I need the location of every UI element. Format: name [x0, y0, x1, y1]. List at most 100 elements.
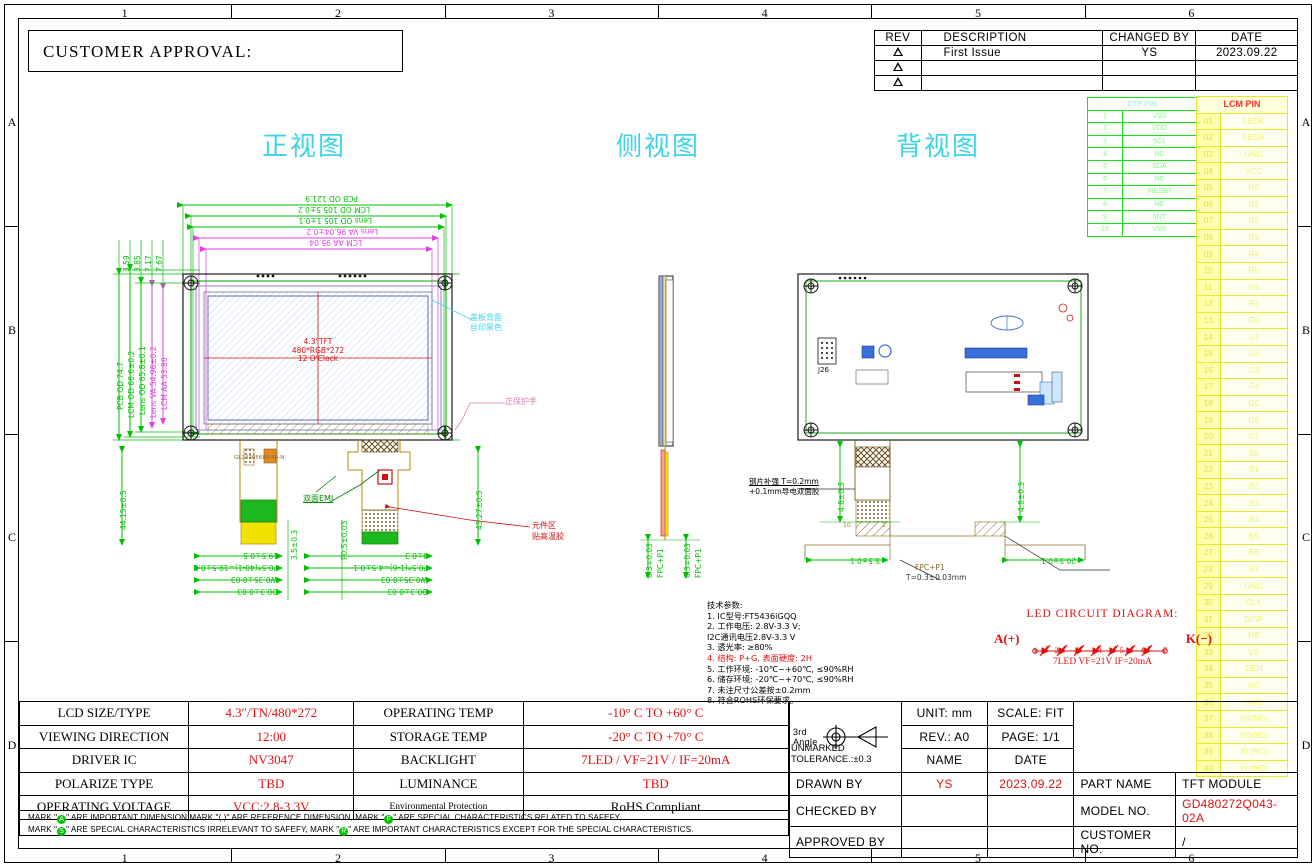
- dim-bottom-left-0: 19.5±0.5: [243, 551, 278, 560]
- zone-divider: [231, 4, 233, 18]
- title-block-blank: [1073, 701, 1298, 773]
- dim-bottom-4: 3.5±0.3: [290, 529, 299, 560]
- rev-description-cell: First Issue: [920, 45, 1104, 61]
- ctp-pin-table: CTP PIN 1 VSS 2 VDD 3 SCL 4 NC 5 SDA 6 NC 7/RESET 8 NC 9…: [1087, 97, 1198, 237]
- notes-l2-a: MARK ": [28, 825, 58, 834]
- lcm-pin-row: 15 G2: [1196, 344, 1289, 363]
- lcm-pin-name: G7: [1219, 427, 1289, 446]
- led-number: 3: [1076, 646, 1081, 655]
- dim-bottom-right-0: 4±0.3: [405, 551, 428, 560]
- led-number: 4: [1097, 646, 1102, 655]
- drawn-by-label: DRAWN BY: [789, 771, 902, 796]
- lcm-pin-number: 26: [1196, 527, 1221, 546]
- spec-key-right: BACKLIGHT: [353, 748, 524, 773]
- lcm-pin-name: B0: [1219, 444, 1289, 463]
- lcm-pin-row: 03 GND: [1196, 145, 1289, 164]
- lcm-pin-name: GND: [1219, 577, 1289, 595]
- dim-lcm-od-h: LCM OD 66.6±0.2: [127, 350, 136, 418]
- lcm-pin-number: 13: [1196, 311, 1221, 330]
- lcm-pin-name: G4: [1219, 378, 1289, 396]
- rev-description-cell: [920, 75, 1104, 91]
- zone-col-3-bottom: 3: [548, 851, 555, 865]
- revision-table: REV DESCRIPTION CHANGED BY DATE First Issue Y…: [874, 30, 1298, 91]
- lcm-pin-number: 20: [1196, 427, 1221, 446]
- dim-left-44: 44.15±0.5: [119, 490, 128, 530]
- notes-l2-c: " ARE IMPORTANT CHARACTERISTICS EXCEPT F…: [348, 825, 694, 834]
- zone-row-C-right: C: [1301, 530, 1310, 545]
- zone-divider: [658, 4, 659, 18]
- ctp-pin-name: NC: [1121, 147, 1198, 161]
- zone-divider: [1298, 641, 1312, 643]
- lcm-pin-name: R7: [1219, 295, 1289, 313]
- lcm-pin-table: LCM PIN 01 LEDK 02 LEDA 03 GND 04 VCC 05 R0 06 R1 07 R…: [1196, 96, 1289, 778]
- part-name-value: TFT MODULE: [1175, 771, 1298, 796]
- spec-value-left: TBD: [188, 771, 355, 796]
- lcm-pin-name: B7: [1219, 560, 1289, 579]
- ctp-pin-number: 1: [1087, 109, 1123, 124]
- dim-lcm-aa-w: LCM AA 95.04: [309, 238, 362, 247]
- ctp-pin-row: 9/INT: [1087, 210, 1198, 224]
- revision-block: REV DESCRIPTION CHANGED BY DATE First Issue Y…: [874, 30, 1298, 91]
- customer-approval-label: CUSTOMER APPROVAL:: [43, 42, 253, 61]
- lcm-pin-row: 31 DISP: [1196, 610, 1289, 628]
- spec-key-right: LUMINANCE: [353, 771, 524, 796]
- dim-3-85: 3.85: [133, 255, 142, 272]
- ctp-pin-number: 7: [1087, 185, 1123, 199]
- note-conductive-tape: +0.1mm导电双面胶: [749, 487, 820, 496]
- rev-date-cell: 2023.09.22: [1195, 45, 1298, 61]
- date-header-cell: DATE: [987, 748, 1075, 773]
- page-cell: PAGE: 1/1: [987, 724, 1075, 749]
- rev-date-cell: [1195, 75, 1298, 91]
- led-circuit-footnote: 7LED VF=21V IF=20mA: [1052, 657, 1153, 667]
- revision-row: [874, 60, 1298, 76]
- notes-l1-a: MARK ": [28, 813, 58, 822]
- lcm-pin-number: 05: [1196, 178, 1221, 197]
- lcm-pin-name: HS: [1219, 627, 1289, 645]
- zone-row-A-right: A: [1301, 114, 1311, 129]
- ctp-pin-row: 6 NC: [1087, 172, 1198, 187]
- spec-value-left: NV3047: [188, 748, 355, 773]
- tech-param-line-2: 2. 工作电压: 2.8V-3.3 V;: [707, 621, 801, 632]
- lcm-pin-name: G2: [1219, 344, 1289, 363]
- lcm-pin-name: R0: [1219, 178, 1289, 197]
- zone-col-1-top: 1: [121, 6, 128, 20]
- ctp-pin-name: NC: [1121, 172, 1198, 187]
- zone-divider: [444, 4, 446, 18]
- lcm-pin-row: 23 B2: [1196, 477, 1289, 496]
- dim-bottom-right-2: W0.35±0.03: [380, 575, 428, 584]
- dim-lens-va-w: Lens VA 96.04±0.2: [306, 227, 378, 236]
- drawing-sheet: 123456 123456 ABCD ABCD CUSTOMER APPROVA…: [0, 0, 1316, 867]
- notes-l2-b: " ARE SPECIAL CHARACTERISTICS IRRELEVANT…: [66, 825, 340, 834]
- lcm-pin-name: R4: [1219, 245, 1289, 263]
- lcm-pin-number: 16: [1196, 361, 1221, 380]
- dim-lcm-aa-h: LCM AA 53.86: [160, 357, 169, 410]
- ctp-pin-row: 10 VSS: [1087, 222, 1198, 237]
- zone-row-B-right: B: [1301, 322, 1310, 337]
- lcm-pin-name: NC: [1219, 676, 1289, 695]
- lcm-pin-name: R1: [1219, 195, 1289, 214]
- tech-param-line-5: 4. 结构: P+G, 表面硬度: 2H: [707, 652, 812, 663]
- dim-right-45: 45.27±0.5: [475, 490, 484, 530]
- zone-col-6-top: 6: [1188, 6, 1195, 20]
- rev-header-3: DATE: [1195, 30, 1298, 46]
- lcm-pin-row: 24 B3: [1196, 494, 1289, 512]
- lcm-pin-name: VCC: [1219, 162, 1289, 180]
- zone-row-D-left: D: [7, 738, 17, 753]
- side-view-caption: 侧视图: [616, 132, 701, 162]
- zone-col-5-top: 5: [975, 6, 981, 20]
- led-cathode-label: K(−): [1185, 631, 1212, 646]
- lcm-pin-number: 29: [1196, 577, 1221, 595]
- lcm-pin-row: 10 R5: [1196, 261, 1289, 280]
- ctp-pin-number: 9: [1087, 210, 1123, 224]
- lcm-pin-row: 29 GND: [1196, 577, 1289, 595]
- ctp-pin-number: 4: [1087, 147, 1123, 161]
- lcm-pin-row: 06 R1: [1196, 195, 1289, 214]
- model-no-value: GD480272Q043-02A: [1175, 795, 1298, 827]
- zone-col-4-top: 4: [761, 6, 768, 20]
- lcm-pin-name: B6: [1219, 544, 1289, 562]
- spec-row: LCD SIZE/TYPE 4.3″/TN/480*272 OPERATING TE…: [18, 701, 789, 726]
- lcm-pin-name: G6: [1219, 411, 1289, 429]
- revision-triangle-icon: [892, 77, 903, 86]
- dim-back-20-5: 20.5±0.1: [1041, 556, 1076, 565]
- zone-divider: [4, 225, 18, 227]
